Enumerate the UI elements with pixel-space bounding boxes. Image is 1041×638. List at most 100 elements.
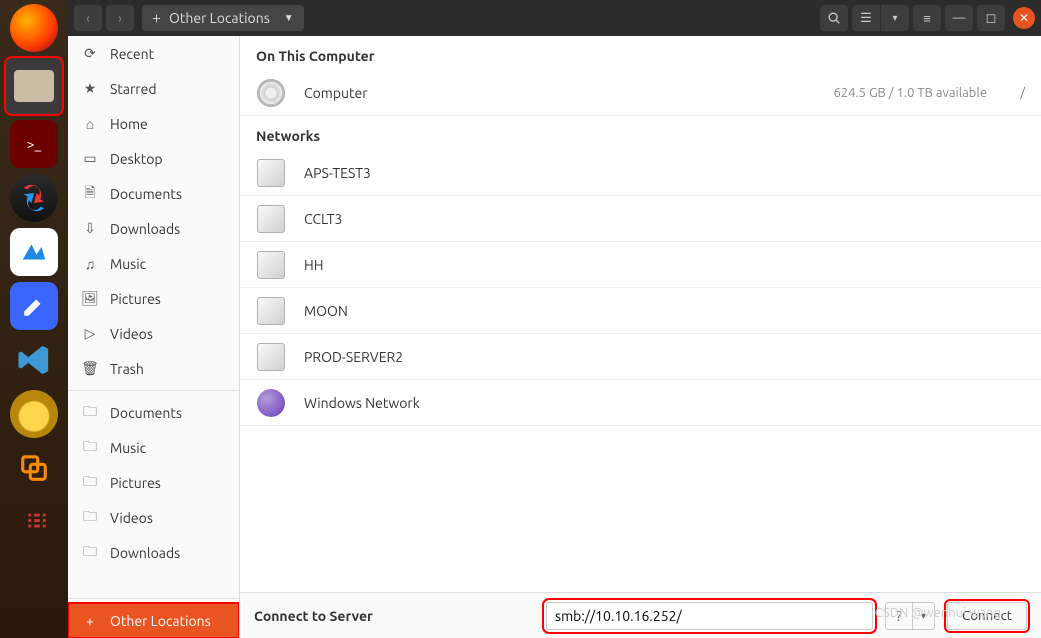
row-label: MOON <box>304 303 1025 319</box>
server-icon <box>257 251 285 279</box>
home-icon: ⌂ <box>82 116 98 132</box>
sidebar-item-label: Recent <box>110 46 154 62</box>
row-network[interactable]: MOON <box>240 288 1041 334</box>
sidebar-item-label: Pictures <box>110 475 161 491</box>
section-title-networks: Networks <box>240 116 1041 150</box>
text-editor-icon[interactable] <box>10 282 58 330</box>
firefox-icon[interactable] <box>10 4 58 52</box>
row-label: Windows Network <box>304 395 1025 411</box>
sidebar-item-label: Home <box>110 116 148 132</box>
row-network[interactable]: APS-TEST3 <box>240 150 1041 196</box>
terminal-icon[interactable]: >_ <box>10 120 58 168</box>
sidebar-item-label: Starred <box>110 81 157 97</box>
music-icon: ♫ <box>82 256 98 272</box>
sidebar-mount-music[interactable]: 🗀Music <box>68 430 239 465</box>
plus-icon: + <box>152 9 161 27</box>
row-path: / <box>1005 86 1025 100</box>
location-label: Other Locations <box>169 10 270 26</box>
main-panel: On This Computer Computer 624.5 GB / 1.0… <box>240 36 1041 638</box>
disk-icon <box>257 79 285 107</box>
sidebar-item-label: Videos <box>110 510 153 526</box>
recent-servers-button[interactable]: ▾ <box>913 602 935 630</box>
back-button[interactable]: ‹ <box>74 5 102 31</box>
row-label: CCLT3 <box>304 211 1025 227</box>
downloads-icon: ⇩ <box>82 220 98 237</box>
clock-icon: ⟳ <box>82 45 98 62</box>
server-icon <box>257 205 285 233</box>
sidebar-item-other-locations[interactable]: + Other Locations <box>68 603 239 638</box>
star-icon: ★ <box>82 80 98 97</box>
row-label: APS-TEST3 <box>304 165 1025 181</box>
network-icon <box>257 389 285 417</box>
connect-button[interactable]: Connect <box>947 602 1027 630</box>
server-icon <box>257 159 285 187</box>
sidebar-item-desktop[interactable]: ▭Desktop <box>68 141 239 176</box>
documents-icon: 🗎 <box>82 182 98 206</box>
folder-icon: 🗀 <box>82 436 98 460</box>
row-computer[interactable]: Computer 624.5 GB / 1.0 TB available / <box>240 70 1041 116</box>
sidebar-mount-documents[interactable]: 🗀 Documents <box>68 395 239 430</box>
vscode-icon[interactable] <box>10 336 58 384</box>
mailspring-icon[interactable] <box>10 228 58 276</box>
sidebar-item-label: Desktop <box>110 151 163 167</box>
connect-bar: Connect to Server ? ▾ Connect <box>240 592 1041 638</box>
trash-icon: 🗑 <box>82 360 98 377</box>
sidebar-item-label: Downloads <box>110 221 180 237</box>
row-network[interactable]: HH <box>240 242 1041 288</box>
sidebar-item-starred[interactable]: ★ Starred <box>68 71 239 106</box>
sidebar-item-music[interactable]: ♫Music <box>68 246 239 281</box>
vmware-icon[interactable] <box>10 444 58 492</box>
section-title-computer: On This Computer <box>240 36 1041 70</box>
server-address-input[interactable] <box>546 602 873 630</box>
row-label: PROD-SERVER2 <box>304 349 1025 365</box>
file-manager-window: ‹ › + Other Locations ▼ ☰ ▾ ≡ — ◻ ✕ ⟳ Rec… <box>68 0 1041 638</box>
sidebar-item-label: Pictures <box>110 291 161 307</box>
view-options-button[interactable]: ▾ <box>881 5 909 31</box>
titlebar: ‹ › + Other Locations ▼ ☰ ▾ ≡ — ◻ ✕ <box>68 0 1041 36</box>
connect-label: Connect to Server <box>254 608 534 624</box>
sidebar-item-label: Documents <box>110 186 182 202</box>
hamburger-menu-button[interactable]: ≡ <box>913 5 941 31</box>
folder-icon: 🗀 <box>82 541 98 565</box>
files-icon[interactable] <box>6 58 62 114</box>
sidebar-item-videos[interactable]: ▷ Videos <box>68 316 239 351</box>
sidebar-mount-downloads[interactable]: 🗀 Downloads <box>68 535 239 570</box>
dock: >_ ⠿⠿ <box>0 0 68 638</box>
sidebar-item-trash[interactable]: 🗑Trash <box>68 351 239 386</box>
sidebar-item-label: Other Locations <box>110 613 211 629</box>
row-network[interactable]: PROD-SERVER2 <box>240 334 1041 380</box>
minimize-button[interactable]: — <box>945 5 973 31</box>
close-button[interactable]: ✕ <box>1013 7 1035 29</box>
folder-icon: 🗀 <box>82 471 98 495</box>
forward-button[interactable]: › <box>106 5 134 31</box>
row-windows-network[interactable]: Windows Network <box>240 380 1041 426</box>
sidebar-item-recent[interactable]: ⟳ Recent <box>68 36 239 71</box>
teapot-icon[interactable] <box>10 390 58 438</box>
help-button[interactable]: ? <box>885 602 913 630</box>
sidebar-mount-pictures[interactable]: 🗀 Pictures <box>68 465 239 500</box>
row-label: HH <box>304 257 1025 273</box>
server-icon <box>257 297 285 325</box>
location-bar[interactable]: + Other Locations ▼ <box>142 5 304 31</box>
sidebar: ⟳ Recent ★ Starred ⌂ Home ▭Desktop 🗎 Documen… <box>68 36 240 638</box>
list-view-button[interactable]: ☰ <box>852 5 880 31</box>
maximize-button[interactable]: ◻ <box>977 5 1005 31</box>
dropdown-icon: ▼ <box>284 12 294 24</box>
sidebar-mount-videos[interactable]: 🗀Videos <box>68 500 239 535</box>
show-apps-icon[interactable]: ⠿⠿ <box>10 498 58 546</box>
sidebar-item-documents[interactable]: 🗎 Documents <box>68 176 239 211</box>
sidebar-item-downloads[interactable]: ⇩ Downloads <box>68 211 239 246</box>
sidebar-item-pictures[interactable]: 🖼Pictures <box>68 281 239 316</box>
sidebar-item-label: Documents <box>110 405 182 421</box>
sidebar-item-label: Downloads <box>110 545 180 561</box>
sidebar-item-home[interactable]: ⌂ Home <box>68 106 239 141</box>
server-icon <box>257 343 285 371</box>
plus-icon: + <box>82 613 98 629</box>
row-label: Computer <box>304 85 815 101</box>
search-button[interactable] <box>820 5 848 31</box>
sidebar-item-label: Videos <box>110 326 153 342</box>
backup-icon[interactable] <box>10 174 58 222</box>
videos-icon: ▷ <box>82 325 98 342</box>
row-network[interactable]: CCLT3 <box>240 196 1041 242</box>
folder-icon: 🗀 <box>82 401 98 425</box>
